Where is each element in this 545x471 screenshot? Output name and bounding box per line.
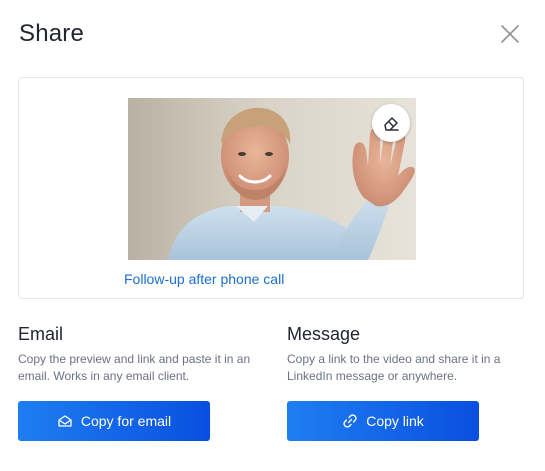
- video-title-link[interactable]: Follow-up after phone call: [124, 270, 284, 288]
- dialog-title: Share: [19, 20, 85, 47]
- email-section: Email Copy the preview and link and past…: [18, 323, 268, 385]
- copy-link-label: Copy link: [366, 413, 424, 429]
- video-thumbnail[interactable]: [128, 98, 416, 260]
- email-description: Copy the preview and link and paste it i…: [18, 352, 251, 383]
- copy-for-email-label: Copy for email: [80, 413, 172, 429]
- eraser-icon: [384, 117, 399, 131]
- copy-link-button[interactable]: Copy link: [287, 401, 479, 441]
- email-heading: Email: [18, 324, 64, 344]
- close-button[interactable]: [497, 21, 523, 47]
- message-section: Message Copy a link to the video and sha…: [287, 323, 537, 385]
- envelope-open-icon: [57, 413, 73, 429]
- preview-card: Follow-up after phone call: [18, 77, 524, 299]
- message-description: Copy a link to the video and share it in…: [287, 352, 501, 383]
- copy-for-email-button[interactable]: Copy for email: [18, 401, 210, 441]
- link-icon: [342, 413, 358, 429]
- share-dialog: Share Follow-up after phone call Email C…: [0, 0, 545, 471]
- message-heading: Message: [287, 324, 361, 344]
- close-icon: [501, 25, 519, 43]
- edit-thumbnail-button[interactable]: [372, 104, 410, 142]
